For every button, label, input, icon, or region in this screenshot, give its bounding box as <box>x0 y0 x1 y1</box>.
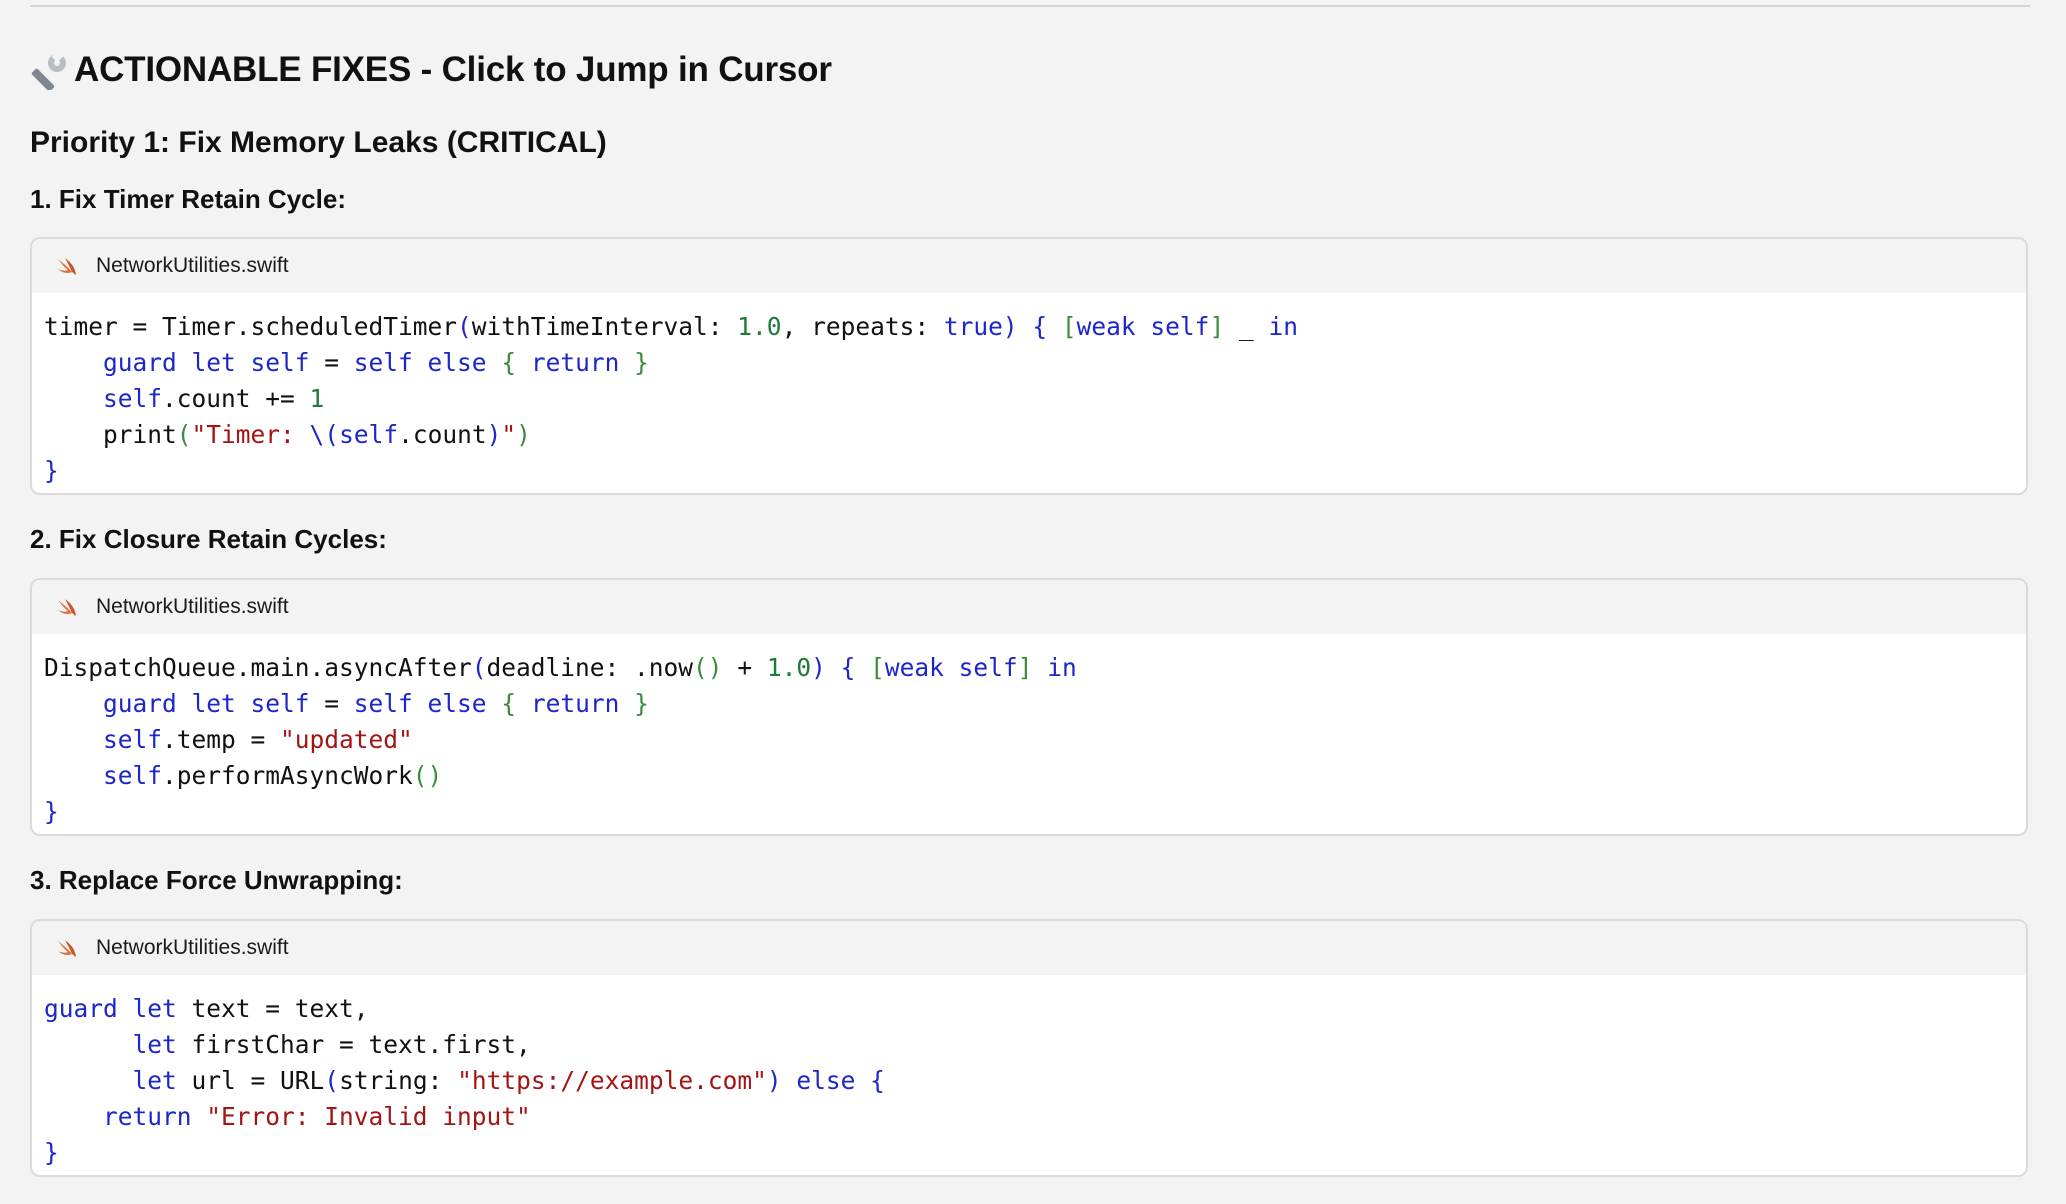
fix-heading-closure: 2. Fix Closure Retain Cycles: <box>30 524 387 554</box>
code-card-force-unwrap[interactable]: NetworkUtilities.swift guard let text = … <box>30 919 2028 1177</box>
fix-heading-timer: 1. Fix Timer Retain Cycle: <box>30 184 346 214</box>
code-line: } <box>44 797 59 826</box>
code-card-header[interactable]: NetworkUtilities.swift <box>32 239 2026 293</box>
code-line: let url = URL(string: "https://example.c… <box>132 1066 885 1095</box>
code-filename[interactable]: NetworkUtilities.swift <box>96 254 289 278</box>
code-line: } <box>44 1138 59 1167</box>
code-filename[interactable]: NetworkUtilities.swift <box>96 595 289 619</box>
code-filename[interactable]: NetworkUtilities.swift <box>96 936 289 960</box>
code-line: timer = Timer.scheduledTimer(withTimeInt… <box>44 312 1298 341</box>
code-card-header[interactable]: NetworkUtilities.swift <box>32 580 2026 634</box>
code-line: self.performAsyncWork() <box>103 761 443 790</box>
code-line: guard let self = self else { return } <box>103 348 649 377</box>
code-line: guard let self = self else { return } <box>103 689 649 718</box>
code-line: DispatchQueue.main.asyncAfter(deadline: … <box>44 653 1077 682</box>
swift-icon <box>58 940 76 957</box>
code-line: self.temp = "updated" <box>103 725 413 754</box>
code-block: timer = Timer.scheduledTimer(withTimeInt… <box>32 293 2026 489</box>
wrench-icon <box>31 50 66 90</box>
code-line: } <box>44 456 59 485</box>
swift-icon <box>58 599 76 616</box>
code-line: let firstChar = text.first, <box>132 1030 531 1059</box>
fix-heading-force-unwrap: 3. Replace Force Unwrapping: <box>30 865 403 895</box>
code-card-closure[interactable]: NetworkUtilities.swift DispatchQueue.mai… <box>30 578 2028 836</box>
code-block: guard let text = text, let firstChar = t… <box>32 975 2026 1171</box>
page-title-text: ACTIONABLE FIXES - Click to Jump in Curs… <box>74 50 832 89</box>
priority-heading: Priority 1: Fix Memory Leaks (CRITICAL) <box>30 126 607 159</box>
code-block: DispatchQueue.main.asyncAfter(deadline: … <box>32 634 2026 830</box>
swift-icon <box>58 258 76 275</box>
code-card-header[interactable]: NetworkUtilities.swift <box>32 921 2026 975</box>
top-divider <box>30 5 2030 7</box>
page-title: ACTIONABLE FIXES - Click to Jump in Curs… <box>30 48 832 92</box>
code-line: self.count += 1 <box>103 384 325 413</box>
code-line: print("Timer: \(self.count)") <box>44 420 531 449</box>
code-card-timer[interactable]: NetworkUtilities.swift timer = Timer.sch… <box>30 237 2028 495</box>
code-line: guard let text = text, <box>44 994 369 1023</box>
code-line: return "Error: Invalid input" <box>103 1102 531 1131</box>
